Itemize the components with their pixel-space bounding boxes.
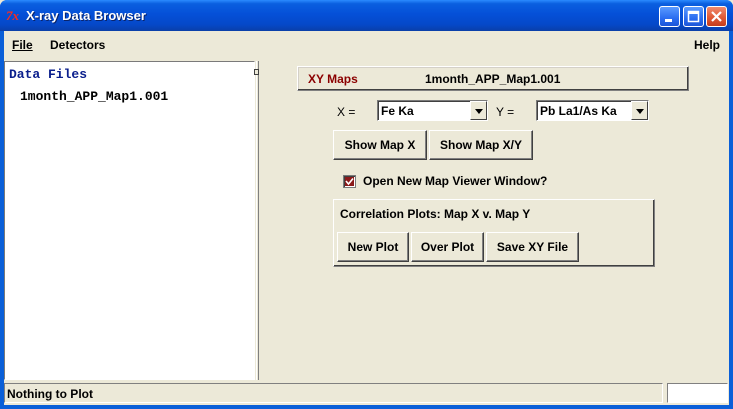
window-title: X-ray Data Browser bbox=[26, 8, 146, 23]
data-files-panel[interactable]: Data Files 1month_APP_Map1.001 bbox=[4, 61, 255, 380]
new-window-checkbox[interactable] bbox=[343, 175, 356, 188]
chevron-down-icon[interactable] bbox=[631, 101, 648, 120]
status-message: Nothing to Plot bbox=[4, 383, 663, 403]
x-map-select[interactable]: Fe Ka bbox=[377, 100, 488, 121]
app-icon: 7x bbox=[6, 8, 19, 23]
data-file-item[interactable]: 1month_APP_Map1.001 bbox=[20, 89, 168, 104]
x-axis-label: X = bbox=[337, 105, 356, 119]
xy-maps-filename: 1month_APP_Map1.001 bbox=[425, 72, 561, 86]
x-map-value: Fe Ka bbox=[381, 104, 414, 118]
show-map-x-button[interactable]: Show Map X bbox=[333, 130, 427, 160]
correlation-plots-title: Correlation Plots: Map X v. Map Y bbox=[340, 207, 531, 221]
minimize-icon bbox=[665, 19, 672, 22]
over-plot-button[interactable]: Over Plot bbox=[411, 232, 484, 262]
show-map-xy-button[interactable]: Show Map X/Y bbox=[429, 130, 533, 160]
client-area: File Detectors Help Data Files 1month_AP… bbox=[4, 31, 729, 405]
status-bar: Nothing to Plot bbox=[4, 383, 729, 405]
y-axis-label: Y = bbox=[496, 105, 515, 119]
data-files-heading: Data Files bbox=[9, 67, 88, 82]
xy-maps-header: XY Maps 1month_APP_Map1.001 bbox=[297, 66, 689, 91]
save-xy-file-button[interactable]: Save XY File bbox=[486, 232, 579, 262]
y-map-value: Pb La1/As Ka bbox=[540, 104, 617, 118]
splitter-sash-handle[interactable] bbox=[254, 69, 259, 75]
menu-bar: File Detectors Help bbox=[4, 31, 729, 58]
chevron-down-icon[interactable] bbox=[470, 101, 487, 120]
new-plot-button[interactable]: New Plot bbox=[337, 232, 409, 262]
app-window: 7x X-ray Data Browser File Detectors Hel… bbox=[0, 0, 733, 409]
maximize-button[interactable] bbox=[683, 6, 704, 27]
checkmark-icon bbox=[345, 177, 354, 186]
close-button[interactable] bbox=[706, 6, 727, 27]
menu-file[interactable]: File bbox=[12, 38, 33, 52]
correlation-plots-group: Correlation Plots: Map X v. Map Y New Pl… bbox=[333, 199, 655, 267]
minimize-button[interactable] bbox=[659, 6, 680, 27]
new-window-label: Open New Map Viewer Window? bbox=[363, 174, 548, 188]
title-bar[interactable]: 7x X-ray Data Browser bbox=[0, 0, 733, 31]
status-indicator bbox=[667, 383, 728, 403]
pane-splitter[interactable] bbox=[256, 61, 259, 380]
maximize-icon bbox=[687, 10, 700, 23]
menu-detectors[interactable]: Detectors bbox=[50, 38, 105, 52]
menu-help[interactable]: Help bbox=[694, 38, 720, 52]
y-map-select[interactable]: Pb La1/As Ka bbox=[536, 100, 649, 121]
xy-maps-label: XY Maps bbox=[308, 72, 358, 86]
close-icon bbox=[711, 11, 722, 22]
